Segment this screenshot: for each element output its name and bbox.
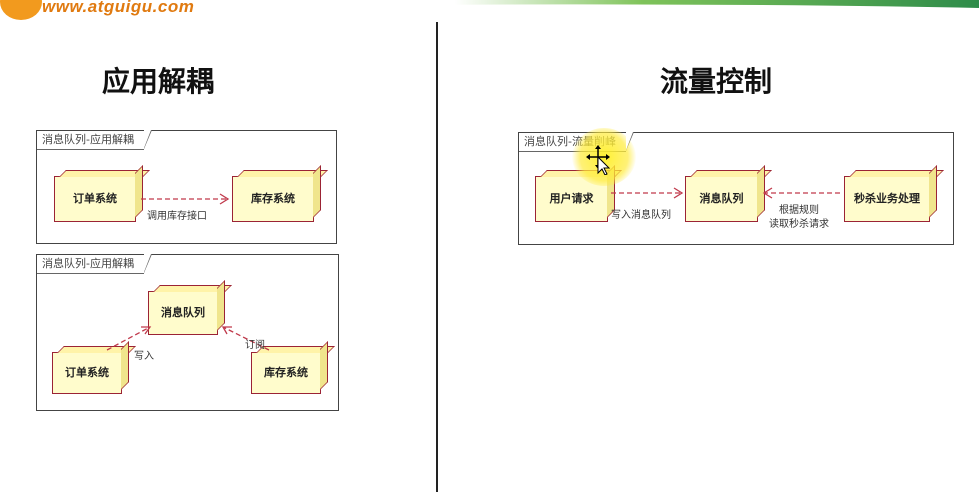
- edge-label-read: 读取秒杀请求: [769, 219, 829, 230]
- edge-label-write: 写入消息队列: [611, 210, 671, 221]
- edge-label-write: 写入: [134, 351, 154, 362]
- edge-label: 调用库存接口: [147, 211, 207, 222]
- edge-label-subscribe: 订阅: [245, 340, 265, 351]
- edge-label-rule: 根据规则: [779, 205, 819, 216]
- diagram-frame-direct: 消息队列-应用解耦 订单系统 库存系统 调用库存接口: [36, 130, 337, 244]
- diagram-frame-queue: 消息队列-应用解耦 消息队列 订单系统 库存系统 写入 订阅: [36, 254, 339, 411]
- column-divider: [436, 22, 438, 492]
- edge-arrows: [106, 326, 270, 351]
- left-title: 应用解耦: [102, 65, 215, 98]
- move-cursor-icon: [586, 145, 611, 175]
- logo-text: www.atguigu.com: [42, 0, 195, 16]
- edge-call-arrow: [141, 193, 230, 205]
- right-title: 流量控制: [660, 65, 773, 98]
- top-banner: www.atguigu.com: [0, 0, 979, 22]
